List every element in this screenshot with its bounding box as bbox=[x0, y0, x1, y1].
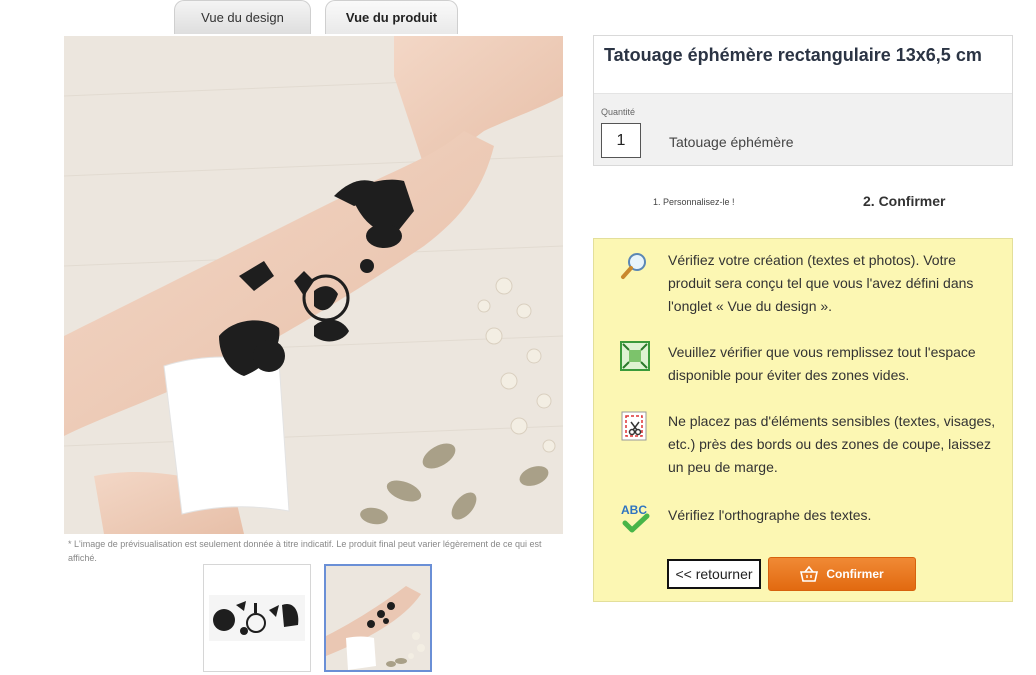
basket-icon bbox=[800, 566, 819, 582]
verification-panel: Vérifiez votre création (textes et photo… bbox=[593, 238, 1013, 602]
svg-text:ABC: ABC bbox=[621, 503, 647, 517]
confirm-button[interactable]: Confirmer bbox=[768, 557, 916, 591]
tab-product-view[interactable]: Vue du produit bbox=[325, 0, 458, 34]
check-text-3: Ne placez pas d'éléments sensibles (text… bbox=[668, 413, 996, 475]
check-text-2: Veuillez vérifier que vous remplissez to… bbox=[668, 344, 976, 383]
check-text-4: Vérifiez l'orthographe des textes. bbox=[668, 507, 872, 523]
product-preview-image bbox=[64, 36, 563, 534]
tab-label: Vue du produit bbox=[345, 10, 438, 25]
product-type-label: Tatouage éphémère bbox=[669, 134, 794, 150]
thumbnail-product[interactable] bbox=[324, 564, 432, 672]
scissors-margin-icon bbox=[620, 410, 650, 442]
quantity-field[interactable]: 1 bbox=[601, 123, 641, 158]
preview-disclaimer: * L'image de prévisualisation est seulem… bbox=[68, 539, 542, 563]
abc-spellcheck-icon: ABC bbox=[620, 501, 650, 535]
thumbnail-design[interactable] bbox=[203, 564, 311, 672]
product-thumbnail-image bbox=[326, 566, 430, 670]
step-confirm: 2. Confirmer bbox=[863, 193, 946, 209]
design-thumbnail-image bbox=[204, 565, 310, 671]
product-title: Tatouage éphémère rectangulaire 13x6,5 c… bbox=[604, 45, 982, 65]
product-summary-card: Tatouage éphémère rectangulaire 13x6,5 c… bbox=[593, 35, 1013, 166]
step-personalize[interactable]: 1. Personnalisez-le ! bbox=[653, 197, 735, 207]
confirm-label: Confirmer bbox=[826, 567, 884, 581]
quantity-section: Quantité 1 Tatouage éphémère bbox=[594, 93, 1012, 165]
fill-area-icon bbox=[620, 340, 650, 372]
quantity-label: Quantité bbox=[601, 107, 636, 117]
magnifier-icon bbox=[620, 251, 650, 283]
check-text-1: Vérifiez votre création (textes et photo… bbox=[668, 252, 974, 314]
forearm-tattoo-photo bbox=[64, 36, 563, 534]
back-button[interactable]: << retourner bbox=[667, 559, 761, 589]
tab-design-view[interactable]: Vue du design bbox=[174, 0, 311, 34]
tab-label: Vue du design bbox=[201, 10, 284, 25]
